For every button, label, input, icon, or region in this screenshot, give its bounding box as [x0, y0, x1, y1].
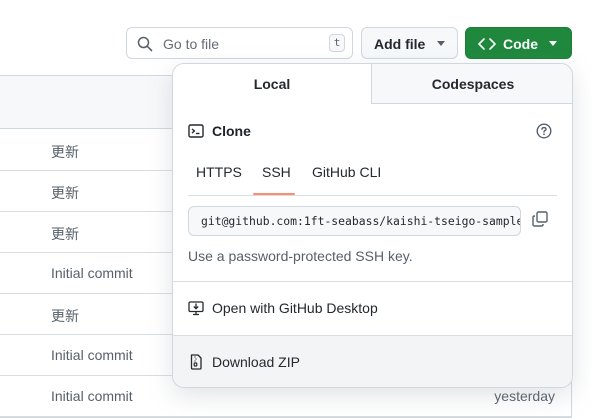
protocol-tab-github-cli[interactable]: GitHub CLI [312, 164, 381, 180]
clone-tabs: Local Codespaces [173, 64, 572, 104]
clone-title: Clone [212, 123, 251, 139]
commit-message[interactable]: 更新 [51, 306, 79, 326]
code-dropdown-panel: Local Codespaces Clone HTTPS SSH GitHub … [172, 63, 573, 388]
search-placeholder: Go to file [163, 36, 220, 52]
clone-url-field[interactable]: git@github.com:1ft-seabass/kaishi-tseigo… [188, 206, 521, 236]
copy-icon[interactable] [531, 210, 549, 231]
protocol-tab-https[interactable]: HTTPS [196, 164, 242, 180]
clone-url-value: git@github.com:1ft-seabass/kaishi-tseigo… [201, 214, 521, 228]
tab-codespaces[interactable]: Codespaces [372, 64, 572, 104]
open-with-github-desktop[interactable]: Open with GitHub Desktop [173, 282, 572, 335]
chevron-down-icon [437, 41, 445, 46]
code-button[interactable]: Code [465, 27, 572, 59]
commit-message[interactable]: Initial commit [51, 347, 133, 363]
divider [188, 195, 557, 196]
question-icon[interactable] [536, 123, 552, 142]
download-zip[interactable]: Download ZIP [173, 335, 572, 387]
commit-message[interactable]: Initial commit [51, 388, 133, 404]
add-file-label: Add file [374, 36, 426, 52]
commit-message[interactable]: 更新 [51, 224, 79, 244]
commit-message[interactable]: 更新 [51, 142, 79, 162]
shortcut-key-badge: t [329, 34, 345, 52]
protocol-tab-ssh[interactable]: SSH [262, 164, 291, 180]
code-label: Code [503, 36, 538, 52]
commit-message[interactable]: Initial commit [51, 265, 133, 281]
commit-time: yesterday [494, 388, 555, 404]
menu-item-label: Download ZIP [212, 354, 300, 370]
ssh-hint-text: Use a password-protected SSH key. [188, 248, 413, 264]
file-zip-icon [188, 354, 204, 373]
desktop-download-icon [188, 300, 204, 319]
menu-item-label: Open with GitHub Desktop [212, 300, 378, 316]
search-icon [137, 36, 153, 55]
terminal-icon [188, 123, 204, 142]
go-to-file-search[interactable]: Go to file t [126, 27, 353, 59]
code-icon [478, 37, 496, 54]
add-file-button[interactable]: Add file [361, 27, 458, 59]
tab-local[interactable]: Local [173, 64, 372, 104]
commit-message[interactable]: 更新 [51, 183, 79, 203]
chevron-down-icon [549, 41, 557, 46]
